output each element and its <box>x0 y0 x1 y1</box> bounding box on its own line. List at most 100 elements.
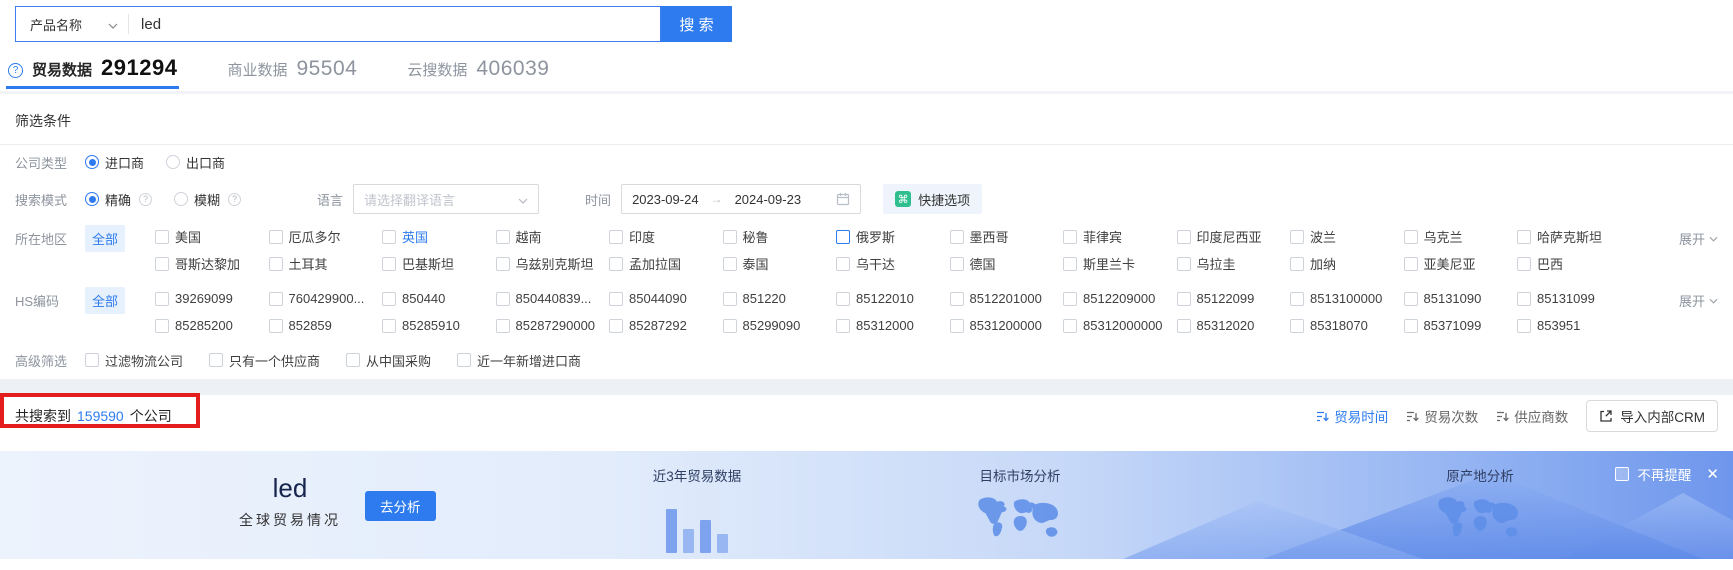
region-all-badge[interactable]: 全部 <box>85 225 125 252</box>
tab-trade-data[interactable]: ? 贸易数据 291294 <box>6 55 180 89</box>
hs-checkbox-item[interactable]: 8512201000 <box>949 285 1064 312</box>
region-checkbox-item[interactable]: 印度 <box>609 223 723 250</box>
region-checkbox-item[interactable]: 巴西 <box>1517 250 1631 277</box>
hs-checkbox-item[interactable]: 85312000 <box>836 312 950 339</box>
hs-checkbox-item[interactable]: 8512209000 <box>1063 285 1177 312</box>
hs-checkbox-item[interactable]: 85287290000 <box>495 312 610 339</box>
hs-checkbox-item[interactable]: 85318070 <box>1290 312 1404 339</box>
region-checkbox-item[interactable]: 美国 <box>155 223 269 250</box>
hs-checkbox-item[interactable]: 760429900... <box>268 285 383 312</box>
checkbox-box <box>346 353 361 367</box>
region-checkbox-item[interactable]: 土耳其 <box>268 250 383 277</box>
region-checkbox-item[interactable]: 巴基斯坦 <box>382 250 496 277</box>
hs-all-badge[interactable]: 全部 <box>85 287 125 314</box>
region-label: 所在地区 <box>15 232 68 247</box>
hs-checkbox-item[interactable]: 853951 <box>1517 312 1631 339</box>
close-icon[interactable]: ✕ <box>1706 465 1719 483</box>
region-grid-row1: 美国 厄瓜多尔 英国 越南 印度 秘鲁 俄罗斯 墨西哥 菲律宾 印度尼西亚 波兰… <box>155 223 1631 250</box>
radio-fuzzy[interactable]: 模糊 ? <box>174 190 242 209</box>
quick-options-button[interactable]: ⌘ 快捷选项 <box>883 184 983 214</box>
region-checkbox-item[interactable]: 泰国 <box>722 250 837 277</box>
card-trade-data-3y[interactable]: 近3年贸易数据 <box>612 465 782 553</box>
region-checkbox-item[interactable]: 秘鲁 <box>722 223 837 250</box>
hs-checkbox-item[interactable]: 85285910 <box>382 312 496 339</box>
hs-checkbox-item[interactable]: 852859 <box>268 312 383 339</box>
search-button[interactable]: 搜 索 <box>661 6 732 42</box>
advanced-checkbox-item[interactable]: 近一年新增进口商 <box>457 347 581 374</box>
region-checkbox-item[interactable]: 越南 <box>495 223 610 250</box>
hs-checkbox-item[interactable]: 85371099 <box>1403 312 1518 339</box>
checkbox-label: 泰国 <box>742 257 769 272</box>
card-target-market[interactable]: 目标市场分析 <box>935 465 1105 550</box>
region-checkbox-item[interactable]: 厄瓜多尔 <box>268 223 383 250</box>
analyze-button[interactable]: 去分析 <box>365 491 436 521</box>
region-checkbox-item[interactable]: 亚美尼亚 <box>1403 250 1518 277</box>
hs-checkbox-item[interactable]: 85312020 <box>1176 312 1291 339</box>
hs-checkbox-item[interactable]: 85131099 <box>1517 285 1631 312</box>
hs-checkbox-item[interactable]: 85044090 <box>609 285 723 312</box>
expand-label: 展开 <box>1678 232 1705 247</box>
sort-item[interactable]: 供应商数 <box>1496 406 1568 426</box>
region-grid-row2: 哥斯达黎加 土耳其 巴基斯坦 乌兹别克斯坦 孟加拉国 泰国 乌干达 德国 斯里兰… <box>155 250 1631 277</box>
region-checkbox-item[interactable]: 俄罗斯 <box>836 223 950 250</box>
radio-importer[interactable]: 进口商 <box>85 153 144 172</box>
advanced-checkbox-item[interactable]: 过滤物流公司 <box>85 347 183 374</box>
dismiss-checkbox[interactable] <box>1615 467 1630 481</box>
hs-checkbox-item[interactable]: 85287292 <box>609 312 723 339</box>
hs-checkbox-item[interactable]: 85122099 <box>1176 285 1291 312</box>
hs-checkbox-item[interactable]: 39269099 <box>155 285 269 312</box>
search-input[interactable] <box>129 7 660 41</box>
region-checkbox-item[interactable]: 乌兹别克斯坦 <box>495 250 610 277</box>
sort-item[interactable]: 贸易时间 <box>1316 406 1388 426</box>
search-mode-row: 搜索模式 精确 ? 模糊 ? 语言 请选择翻译语言 时间 2023-09-24 <box>15 179 1718 219</box>
hs-checkbox-item[interactable]: 8513100000 <box>1290 285 1404 312</box>
hs-checkbox-item[interactable]: 85122010 <box>836 285 950 312</box>
card-origin-analysis[interactable]: 原产地分析 <box>1395 465 1565 550</box>
checkbox-box <box>1517 256 1531 271</box>
checkbox-box <box>722 291 737 306</box>
hs-checkbox-item[interactable]: 85285200 <box>155 312 269 339</box>
advanced-checkbox-item[interactable]: 从中国采购 <box>346 347 431 374</box>
region-checkbox-item[interactable]: 墨西哥 <box>949 223 1064 250</box>
region-checkbox-item[interactable]: 乌拉圭 <box>1176 250 1291 277</box>
region-checkbox-item[interactable]: 乌克兰 <box>1403 223 1518 250</box>
checkbox-box <box>382 318 396 333</box>
checkbox-box <box>722 229 737 244</box>
radio-exact[interactable]: 精确 ? <box>85 190 153 209</box>
checkbox-label: 8512201000 <box>969 291 1042 306</box>
hs-checkbox-item[interactable]: 8531200000 <box>949 312 1064 339</box>
radio-exporter[interactable]: 出口商 <box>166 153 225 172</box>
hs-checkbox-item[interactable]: 85299090 <box>722 312 837 339</box>
tab-business-data[interactable]: 商业数据 95504 <box>225 57 359 89</box>
region-expand-link[interactable]: 展开 <box>1679 229 1718 248</box>
hs-checkbox-item[interactable]: 850440839... <box>495 285 610 312</box>
advanced-checkbox-item[interactable]: 只有一个供应商 <box>209 347 320 374</box>
results-bar: 共搜索到 159590 个公司 贸易时间 贸易次数 供应商数 导入内部CRM <box>0 395 1733 437</box>
checkbox-box <box>1176 256 1191 271</box>
region-checkbox-item[interactable]: 斯里兰卡 <box>1063 250 1177 277</box>
region-checkbox-item[interactable]: 菲律宾 <box>1063 223 1177 250</box>
import-crm-button[interactable]: 导入内部CRM <box>1586 400 1718 432</box>
hs-checkbox-item[interactable]: 850440 <box>382 285 496 312</box>
region-checkbox-item[interactable]: 乌干达 <box>836 250 950 277</box>
hs-checkbox-item[interactable]: 851220 <box>722 285 837 312</box>
product-category-select[interactable]: 产品名称 <box>16 15 128 34</box>
region-checkbox-item[interactable]: 英国 <box>382 223 496 250</box>
info-icon: ? <box>228 192 242 206</box>
date-range-picker[interactable]: 2023-09-24 → 2024-09-23 <box>621 184 862 214</box>
region-checkbox-item[interactable]: 哈萨克斯坦 <box>1517 223 1631 250</box>
checkbox-label: 85122099 <box>1196 291 1255 306</box>
tab-cloud-search-data[interactable]: 云搜数据 406039 <box>405 57 551 89</box>
region-checkbox-item[interactable]: 孟加拉国 <box>609 250 723 277</box>
card-label: 近3年贸易数据 <box>652 469 742 484</box>
region-checkbox-item[interactable]: 加纳 <box>1290 250 1404 277</box>
region-checkbox-item[interactable]: 波兰 <box>1290 223 1404 250</box>
sort-item[interactable]: 贸易次数 <box>1406 406 1478 426</box>
region-checkbox-item[interactable]: 德国 <box>949 250 1064 277</box>
hs-checkbox-item[interactable]: 85312000000 <box>1063 312 1177 339</box>
region-checkbox-item[interactable]: 哥斯达黎加 <box>155 250 269 277</box>
hs-checkbox-item[interactable]: 85131090 <box>1403 285 1518 312</box>
hs-expand-link[interactable]: 展开 <box>1679 291 1718 310</box>
region-checkbox-item[interactable]: 印度尼西亚 <box>1176 223 1291 250</box>
language-select[interactable]: 请选择翻译语言 <box>353 184 540 214</box>
